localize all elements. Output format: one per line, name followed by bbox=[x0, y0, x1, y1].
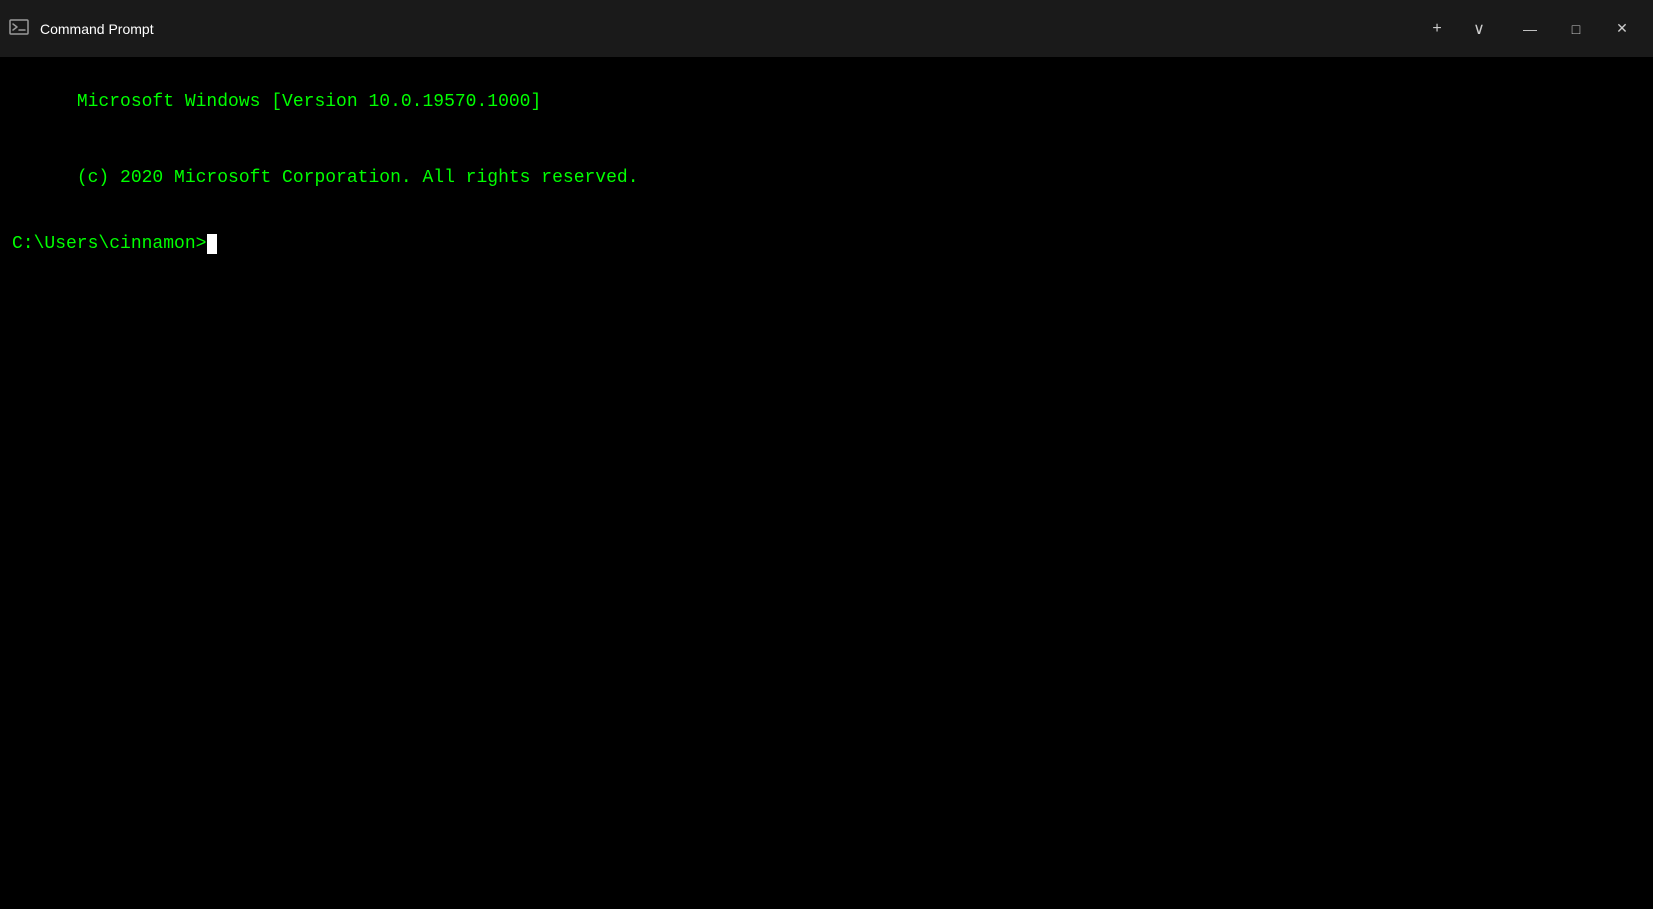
tab-dropdown-button[interactable]: ∨ bbox=[1459, 9, 1499, 49]
window-buttons: — □ ✕ bbox=[1507, 11, 1645, 47]
close-button[interactable]: ✕ bbox=[1599, 11, 1645, 47]
copyright-line: (c) 2020 Microsoft Corporation. All righ… bbox=[77, 168, 639, 188]
prompt-text: C:\Users\cinnamon> bbox=[12, 234, 206, 254]
command-prompt-window: Command Prompt + ∨ — □ ✕ Microsoft Windo… bbox=[0, 0, 1653, 909]
window-title: Command Prompt bbox=[40, 21, 154, 37]
cmd-icon bbox=[8, 18, 30, 40]
titlebar-left: Command Prompt bbox=[8, 18, 1417, 40]
terminal-output: Microsoft Windows [Version 10.0.19570.10… bbox=[12, 65, 1641, 216]
terminal-body[interactable]: Microsoft Windows [Version 10.0.19570.10… bbox=[0, 57, 1653, 909]
cursor-blink bbox=[207, 234, 217, 254]
minimize-button[interactable]: — bbox=[1507, 11, 1553, 47]
titlebar: Command Prompt + ∨ — □ ✕ bbox=[0, 0, 1653, 57]
new-tab-button[interactable]: + bbox=[1417, 9, 1457, 49]
titlebar-controls: + ∨ bbox=[1417, 9, 1499, 49]
prompt-line: C:\Users\cinnamon> bbox=[12, 234, 1641, 254]
version-line: Microsoft Windows [Version 10.0.19570.10… bbox=[77, 92, 541, 112]
maximize-button[interactable]: □ bbox=[1553, 11, 1599, 47]
